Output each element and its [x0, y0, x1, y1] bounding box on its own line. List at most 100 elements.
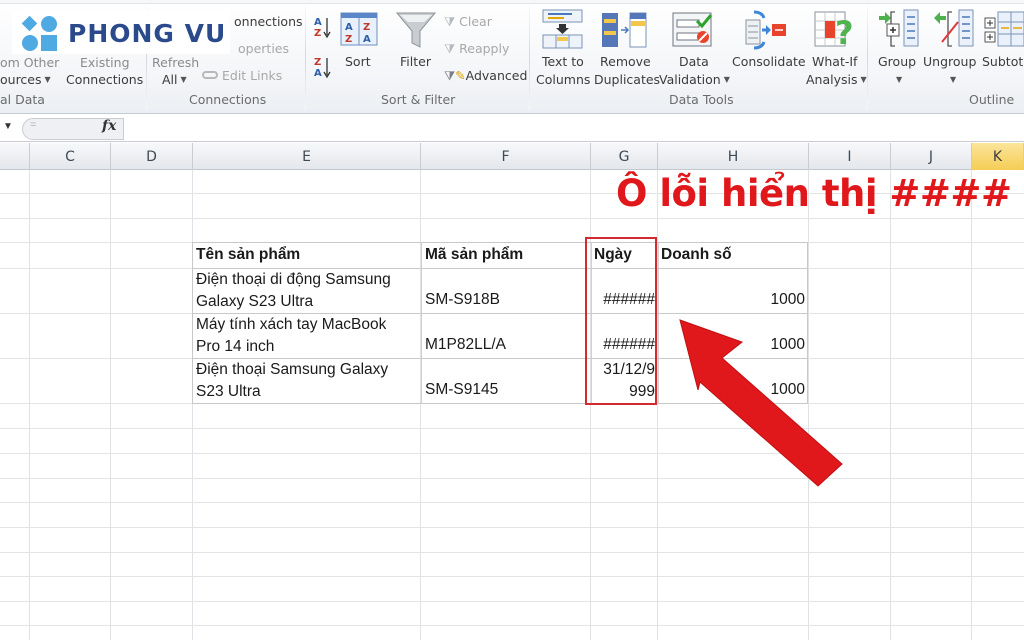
connections-button[interactable]: onnections — [234, 13, 303, 31]
get-external-data-group-label: al Data — [0, 92, 45, 107]
remove-duplicates-line1[interactable]: Remove — [600, 53, 651, 71]
column-header-f[interactable]: F — [421, 143, 591, 170]
group-separator — [305, 6, 306, 110]
svg-text:A: A — [363, 34, 371, 45]
consolidate-icon — [744, 10, 788, 50]
cell-text-line: Pro 14 inch — [196, 338, 275, 355]
table-row-3-name[interactable]: Điện thoại Samsung Galaxy S23 Ultra — [196, 359, 388, 403]
gridline-vertical — [420, 170, 421, 640]
column-header-row: C D E F G H I J K — [0, 143, 1024, 170]
gridline-horizontal — [0, 218, 1024, 219]
dropdown-caret-icon: ▼ — [44, 75, 51, 84]
svg-text:A: A — [345, 22, 353, 33]
text-to-columns-button[interactable]: Columns — [536, 71, 590, 89]
subtotal-button[interactable]: Subtota — [982, 53, 1024, 71]
refresh-all-button[interactable]: All ▼ — [162, 71, 187, 89]
from-other-sources-button[interactable]: ources ▼ — [0, 71, 51, 89]
advanced-filter-button[interactable]: ⧩✎Advanced — [444, 67, 527, 85]
gridline-horizontal — [0, 502, 1024, 503]
properties-button[interactable]: operties — [238, 40, 289, 58]
text-to-columns-line1[interactable]: Text to — [542, 53, 584, 71]
sort-filter-group-label: Sort & Filter — [381, 92, 456, 107]
refresh-all-line1: Refresh — [152, 55, 200, 70]
sort-z-to-a-button[interactable]: ZA — [313, 54, 331, 80]
worksheet-grid[interactable] — [0, 170, 1024, 640]
cell-text-line: Điện thoại Samsung Galaxy — [196, 361, 389, 378]
gridline-horizontal — [0, 478, 1024, 479]
header-product-name[interactable]: Tên sản phẩm — [196, 246, 300, 264]
insert-function-icon[interactable]: fx — [102, 118, 116, 134]
dropdown-caret-icon: ▼ — [860, 75, 867, 84]
table-border — [658, 243, 659, 403]
sort-button[interactable]: Sort — [345, 53, 371, 71]
subtotal-icon — [984, 10, 1024, 48]
gridline-horizontal — [0, 527, 1024, 528]
consolidate-button[interactable]: Consolidate — [732, 53, 806, 71]
column-header-e[interactable]: E — [193, 143, 421, 170]
column-header-g[interactable]: G — [591, 143, 658, 170]
gridline-horizontal — [0, 552, 1024, 553]
reapply-button[interactable]: ⧩ Reapply — [444, 40, 509, 58]
table-row-2-code[interactable]: M1P82LL/A — [425, 336, 506, 354]
column-header-d[interactable]: D — [111, 143, 193, 170]
group-button[interactable]: Group — [878, 53, 916, 71]
data-validation-line1[interactable]: Data — [679, 53, 709, 71]
ungroup-icon — [932, 8, 976, 48]
clear-label: Clear — [459, 14, 492, 29]
data-validation-button[interactable]: Validation ▼ — [659, 71, 730, 89]
table-row-3-code[interactable]: SM-S9145 — [425, 381, 498, 399]
gridline-vertical — [192, 170, 193, 640]
from-other-sources-label: ources — [0, 72, 42, 87]
remove-duplicates-button[interactable]: Duplicates — [594, 71, 660, 89]
advanced-label: Advanced — [465, 68, 528, 83]
clear-filter-button[interactable]: ⧩ Clear — [444, 13, 492, 31]
existing-connections-line1: Existing — [80, 55, 130, 70]
table-row-1-name[interactable]: Điện thoại di động Samsung Galaxy S23 Ul… — [196, 269, 391, 313]
ungroup-dropdown-caret-icon[interactable]: ▼ — [947, 71, 956, 89]
outline-group-label: Outline — [969, 92, 1015, 107]
what-if-label: Analysis — [806, 72, 858, 87]
equals-icon[interactable]: = — [30, 119, 36, 131]
filter-funnel-icon[interactable] — [395, 11, 437, 49]
refresh-all-label: All — [162, 72, 178, 87]
formula-input[interactable] — [125, 118, 1024, 140]
table-row-1-code[interactable]: SM-S918B — [425, 291, 500, 309]
reapply-label: Reapply — [459, 41, 510, 56]
table-row-2-name[interactable]: Máy tính xách tay MacBook Pro 14 inch — [196, 314, 386, 358]
filter-button[interactable]: Filter — [400, 53, 431, 71]
sort-a-to-z-button[interactable]: AZ — [313, 14, 331, 40]
gridline-vertical — [110, 170, 111, 640]
edit-links-button[interactable]: Edit Links — [202, 67, 282, 85]
column-header-h[interactable]: H — [658, 143, 809, 170]
gridline-vertical — [657, 170, 658, 640]
column-header-i[interactable]: I — [809, 143, 891, 170]
phong-vu-logo: PHONG VU — [12, 10, 230, 54]
svg-text:Z: Z — [345, 34, 352, 45]
dropdown-caret-icon: ▼ — [723, 75, 730, 84]
table-border — [421, 243, 422, 403]
sort-ascending-icon: AZ — [314, 17, 331, 39]
what-if-analysis-button[interactable]: Analysis ▼ — [806, 71, 867, 89]
svg-text:A: A — [314, 68, 322, 79]
group-dropdown-caret-icon[interactable]: ▼ — [893, 71, 902, 89]
connections-group-label: Connections — [189, 92, 267, 107]
svg-text:?: ? — [835, 14, 854, 50]
column-header-b[interactable] — [0, 143, 30, 170]
group-separator — [867, 6, 868, 110]
name-box-dropdown-icon[interactable]: ▼ — [3, 121, 13, 132]
sort-descending-icon: ZA — [314, 57, 331, 79]
gridline-horizontal — [0, 576, 1024, 577]
header-sales[interactable]: Doanh số — [661, 246, 732, 264]
red-arrow-icon — [679, 319, 843, 487]
data-tools-group-label: Data Tools — [669, 92, 734, 107]
column-header-j[interactable]: J — [891, 143, 972, 170]
ungroup-button[interactable]: Ungroup — [923, 53, 976, 71]
header-product-code[interactable]: Mã sản phẩm — [425, 246, 523, 264]
what-if-line1[interactable]: What-If — [812, 53, 857, 71]
column-header-c[interactable]: C — [30, 143, 111, 170]
column-header-k[interactable]: K — [972, 143, 1024, 170]
sort-dialog-icon[interactable]: AZZA — [340, 12, 378, 46]
data-validation-label: Validation — [659, 72, 721, 87]
phong-vu-logo-text: PHONG VU — [68, 19, 227, 48]
existing-connections-button[interactable]: Connections — [66, 71, 143, 89]
